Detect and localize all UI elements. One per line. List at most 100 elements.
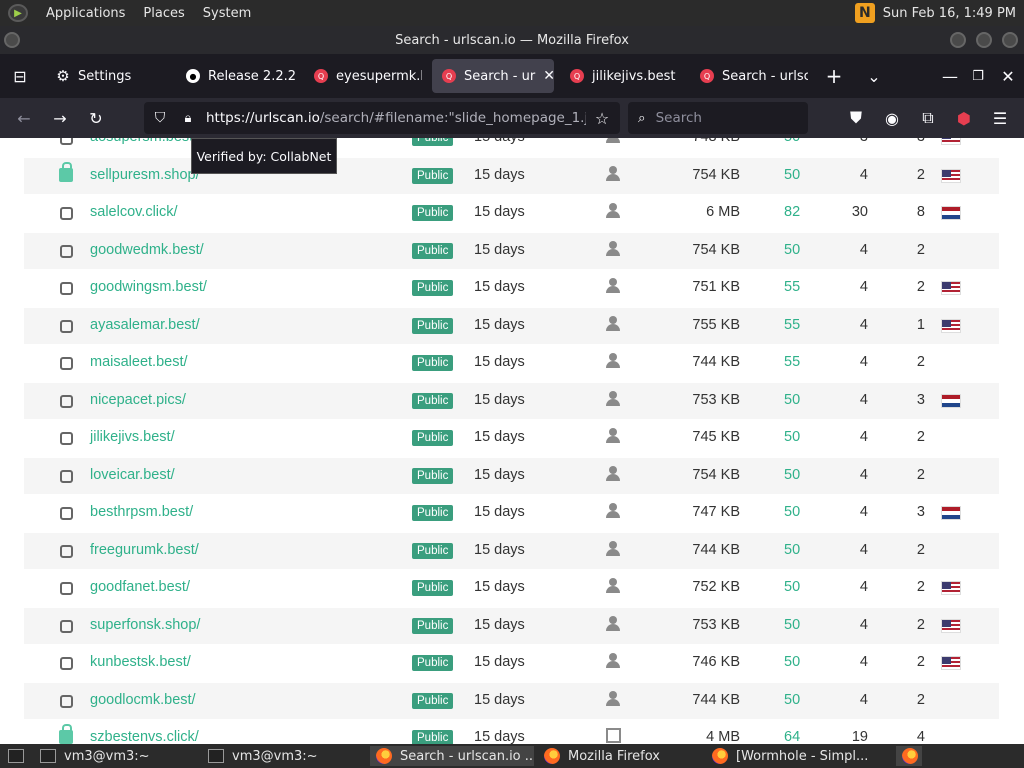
- domain-link[interactable]: szbestenvs.click/: [90, 729, 199, 744]
- window-close-button[interactable]: [1002, 32, 1018, 48]
- ublock-icon[interactable]: ⬢: [952, 106, 976, 130]
- request-count[interactable]: 50: [784, 138, 800, 145]
- menu-applications[interactable]: Applications: [46, 6, 125, 21]
- table-row: kunbestsk.best/Public 15 days 746 KB 50 4 2: [24, 645, 999, 681]
- account-icon[interactable]: ◉: [880, 106, 904, 130]
- shield-icon[interactable]: ⛉: [148, 106, 172, 130]
- menu-system[interactable]: System: [203, 6, 251, 21]
- request-count[interactable]: 55: [784, 354, 800, 370]
- minimize-icon[interactable]: —: [938, 64, 962, 88]
- request-count[interactable]: 50: [784, 579, 800, 595]
- window-maximize-button[interactable]: [976, 32, 992, 48]
- reload-icon[interactable]: ↻: [84, 106, 108, 130]
- new-tab-plus-icon[interactable]: +: [822, 64, 846, 88]
- search-box[interactable]: ⌕ Search: [628, 102, 808, 134]
- domain-link[interactable]: loveicar.best/: [90, 467, 175, 483]
- row-checkbox[interactable]: [60, 657, 73, 670]
- pocket-icon[interactable]: ⛊: [844, 106, 868, 130]
- row-checkbox[interactable]: [60, 694, 73, 708]
- tab-release[interactable]: ● Release 2.2.2: [176, 59, 296, 93]
- country-flag-icon: [941, 393, 961, 408]
- domain-link[interactable]: maisaleet.best/: [90, 354, 188, 370]
- back-arrow-icon[interactable]: ←: [12, 106, 36, 130]
- domain-link[interactable]: freegurumk.best/: [90, 542, 199, 558]
- domain-link[interactable]: aosupersm.best/: [90, 138, 197, 145]
- tray-firefox-icon[interactable]: [896, 746, 922, 766]
- page-size: 751 KB: [692, 279, 740, 295]
- hamburger-menu-icon[interactable]: ☰: [988, 106, 1012, 130]
- forward-arrow-icon[interactable]: →: [48, 106, 72, 130]
- firefox-view-icon[interactable]: ⊟: [8, 64, 32, 88]
- taskbar-wormhole[interactable]: [Wormhole - Simpl...: [706, 746, 870, 766]
- request-count[interactable]: 55: [784, 279, 800, 295]
- notification-app-icon[interactable]: N: [854, 3, 875, 23]
- domain-link[interactable]: kunbestsk.best/: [90, 654, 191, 670]
- row-checkbox[interactable]: [60, 282, 73, 295]
- request-count[interactable]: 50: [784, 167, 800, 183]
- tab-search-2[interactable]: Q Search - urlsc: [690, 59, 808, 93]
- tab-jilikejivs[interactable]: Q jilikejivs.best: [560, 59, 686, 93]
- request-count[interactable]: 50: [784, 654, 800, 670]
- page-size: 752 KB: [692, 579, 740, 595]
- row-checkbox[interactable]: [60, 544, 73, 558]
- window-minimize-button[interactable]: [950, 32, 966, 48]
- bookmark-star-icon[interactable]: ☆: [590, 106, 614, 130]
- close-window-icon[interactable]: ✕: [996, 64, 1020, 88]
- ip-count: 4: [859, 504, 868, 520]
- request-count[interactable]: 50: [784, 692, 800, 708]
- taskbar-terminal-1[interactable]: vm3@vm3:~: [34, 746, 198, 766]
- close-tab-icon[interactable]: ✕: [543, 68, 554, 84]
- domain-link[interactable]: goodwedmk.best/: [90, 242, 204, 258]
- distro-logo-icon[interactable]: ▶: [8, 4, 28, 22]
- domain-link[interactable]: superfonsk.shop/: [90, 617, 200, 633]
- list-tabs-chevron-down-icon[interactable]: ⌄: [862, 64, 886, 88]
- tab-search-active[interactable]: Q Search - ur ✕: [432, 59, 554, 93]
- row-checkbox[interactable]: [60, 319, 73, 333]
- domain-link[interactable]: sellpuresm.shop/: [90, 167, 200, 183]
- row-checkbox[interactable]: [60, 432, 73, 445]
- row-checkbox[interactable]: [60, 582, 73, 595]
- row-checkbox[interactable]: [60, 244, 73, 258]
- row-checkbox[interactable]: [60, 357, 73, 370]
- request-count[interactable]: 50: [784, 617, 800, 633]
- request-count[interactable]: 55: [784, 317, 800, 333]
- domain-link[interactable]: goodwingsm.best/: [90, 279, 207, 295]
- terminal-icon: [40, 749, 56, 763]
- lock-icon[interactable]: 🔒︎: [176, 106, 200, 130]
- taskbar-firefox-search[interactable]: Search - urlscan.io ...: [370, 746, 534, 766]
- request-count[interactable]: 50: [784, 429, 800, 445]
- row-checkbox[interactable]: [60, 394, 73, 408]
- row-checkbox[interactable]: [60, 507, 73, 520]
- request-count[interactable]: 50: [784, 242, 800, 258]
- restore-icon[interactable]: ❐: [966, 64, 990, 88]
- taskbar-terminal-2[interactable]: vm3@vm3:~: [202, 746, 366, 766]
- request-count[interactable]: 64: [784, 729, 800, 744]
- address-bar[interactable]: ⛉ 🔒︎ https://urlscan.io/search/#filename…: [144, 102, 620, 134]
- domain-link[interactable]: jilikejivs.best/: [90, 429, 175, 445]
- domain-link[interactable]: goodlocmk.best/: [90, 692, 196, 708]
- scan-age: 15 days: [474, 541, 525, 558]
- window-menu-button[interactable]: [4, 32, 20, 48]
- request-count[interactable]: 50: [784, 467, 800, 483]
- taskbar-firefox[interactable]: Mozilla Firefox: [538, 746, 702, 766]
- clock[interactable]: Sun Feb 16, 1:49 PM: [883, 6, 1016, 21]
- row-checkbox[interactable]: [60, 138, 73, 145]
- request-count[interactable]: 82: [784, 204, 800, 220]
- extensions-icon[interactable]: ⧉: [916, 106, 940, 130]
- domain-link[interactable]: ayasalemar.best/: [90, 317, 200, 333]
- domain-link[interactable]: salelcov.click/: [90, 204, 178, 220]
- domain-link[interactable]: nicepacet.pics/: [90, 392, 186, 408]
- tab-eyesupermk[interactable]: Q eyesupermk.b: [304, 59, 422, 93]
- menu-places[interactable]: Places: [143, 6, 184, 21]
- row-checkbox[interactable]: [60, 207, 73, 220]
- row-checkbox[interactable]: [60, 469, 73, 483]
- request-count[interactable]: 50: [784, 504, 800, 520]
- request-count[interactable]: 50: [784, 392, 800, 408]
- url-text[interactable]: https://urlscan.io/search/#filename:"sli…: [206, 110, 586, 126]
- domain-link[interactable]: goodfanet.best/: [90, 579, 190, 595]
- domain-link[interactable]: besthrpsm.best/: [90, 504, 193, 520]
- tab-settings[interactable]: ⚙ Settings: [46, 59, 164, 93]
- show-desktop-icon[interactable]: [2, 746, 28, 766]
- row-checkbox[interactable]: [60, 619, 73, 633]
- request-count[interactable]: 50: [784, 542, 800, 558]
